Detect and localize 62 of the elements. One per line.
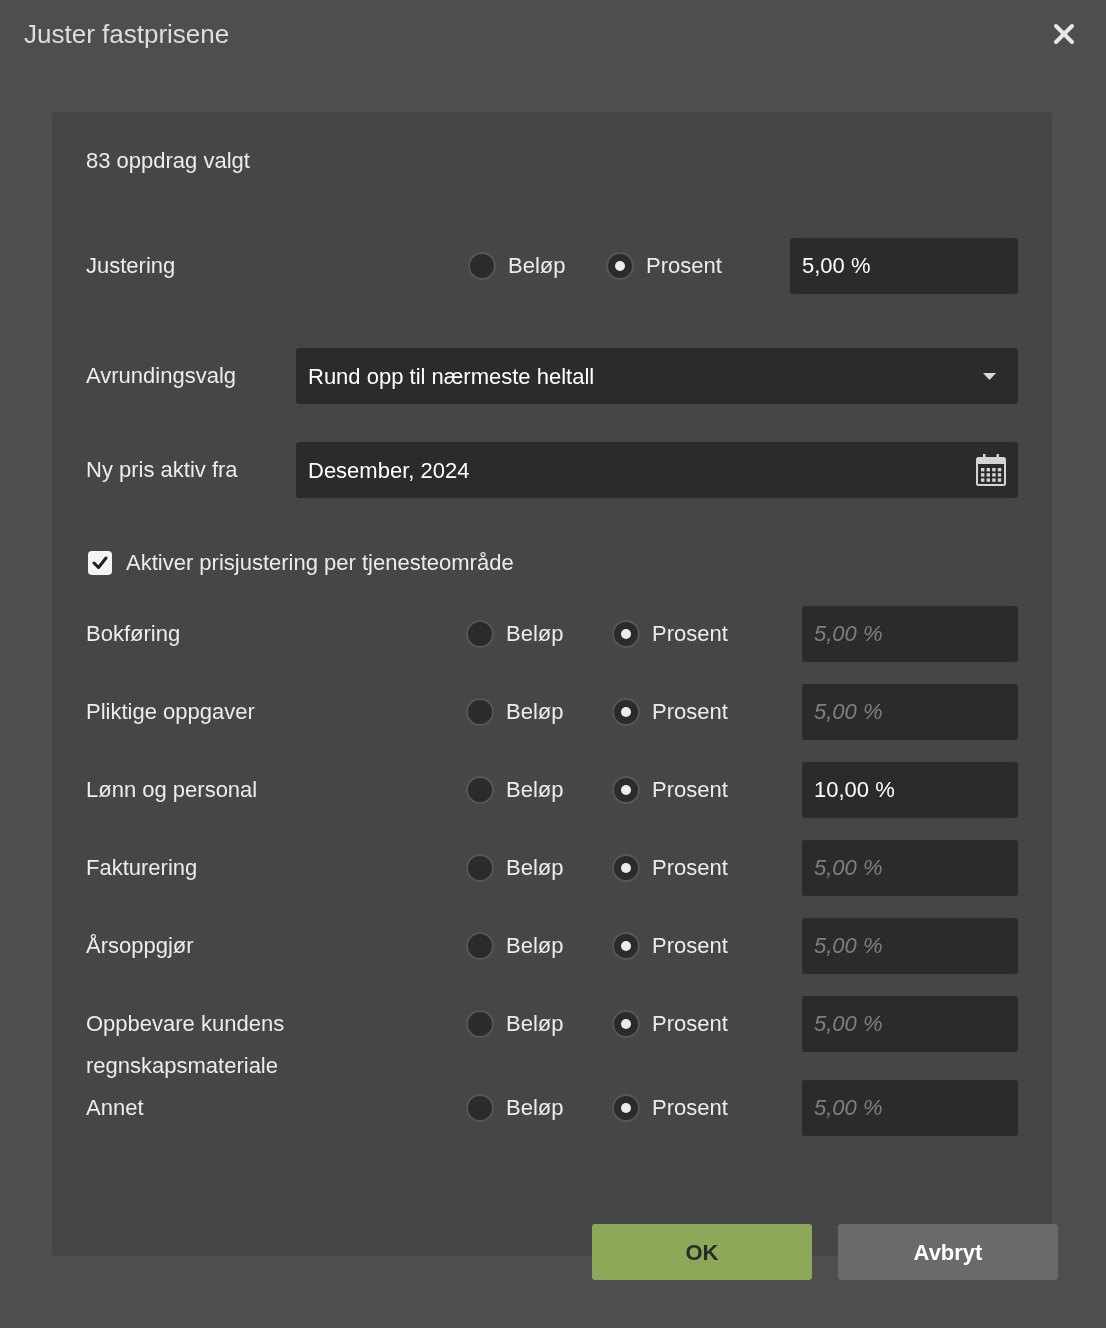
percent-input[interactable]: 5,00 % [790, 238, 1018, 294]
radio-label[interactable]: Prosent [652, 698, 728, 726]
radio-button[interactable] [466, 776, 494, 804]
radio-button[interactable] [466, 1094, 494, 1122]
radio-button[interactable] [612, 932, 640, 960]
field-label: Justering [86, 253, 176, 278]
radio-button[interactable] [612, 1010, 640, 1038]
checkbox-label[interactable]: Aktiver prisjustering per tjenesteområde [126, 549, 514, 577]
radio-label[interactable]: Beløp [508, 252, 566, 280]
radio-label[interactable]: Prosent [652, 932, 728, 960]
radio-button[interactable] [466, 932, 494, 960]
radio-label[interactable]: Prosent [652, 1094, 728, 1122]
radio-label[interactable]: Beløp [506, 1010, 564, 1038]
percent-input[interactable]: 5,00 % [802, 996, 1018, 1052]
area-label: Årsoppgjør [86, 932, 195, 960]
area-label: Annet [86, 1094, 145, 1122]
percent-input[interactable]: 5,00 % [802, 1080, 1018, 1136]
percent-input[interactable]: 5,00 % [802, 684, 1018, 740]
radio-button[interactable] [466, 1010, 494, 1038]
radio-button[interactable] [468, 252, 496, 280]
field-label: Ny pris aktiv fra [86, 457, 238, 482]
cancel-button[interactable]: Avbryt [838, 1224, 1058, 1280]
radio-button[interactable] [466, 854, 494, 882]
field-label: Avrundingsvalg [86, 363, 237, 388]
area-label: Bokføring [86, 620, 182, 648]
close-icon[interactable] [1053, 23, 1075, 45]
radio-button[interactable] [612, 620, 640, 648]
selection-summary: 83 oppdrag valgt [86, 147, 251, 175]
caret-icon [983, 372, 996, 380]
ok-button[interactable]: OK [592, 1224, 812, 1280]
checkmark-icon [92, 556, 108, 570]
percent-input[interactable]: 5,00 % [802, 606, 1018, 662]
radio-label[interactable]: Beløp [506, 1094, 564, 1122]
radio-button[interactable] [466, 698, 494, 726]
radio-label[interactable]: Beløp [506, 854, 564, 882]
checkbox[interactable] [88, 551, 112, 575]
radio-label[interactable]: Prosent [652, 854, 728, 882]
radio-button[interactable] [612, 854, 640, 882]
date-field[interactable]: Desember, 2024 [296, 442, 1018, 498]
area-label: Fakturering [86, 854, 199, 882]
area-label: Lønn og personal [86, 776, 259, 804]
percent-input[interactable]: 10,00 % [802, 762, 1018, 818]
percent-input[interactable]: 5,00 % [802, 840, 1018, 896]
radio-button[interactable] [612, 776, 640, 804]
radio-label[interactable]: Prosent [652, 776, 728, 804]
radio-button[interactable] [466, 620, 494, 648]
radio-label[interactable]: Prosent [652, 1010, 728, 1038]
radio-label[interactable]: Beløp [506, 620, 564, 648]
area-label: Oppbevare kundens regnskapsmateriale [86, 1010, 286, 1080]
radio-button[interactable] [606, 252, 634, 280]
radio-label[interactable]: Beløp [506, 776, 564, 804]
radio-label[interactable]: Beløp [506, 932, 564, 960]
percent-input[interactable]: 5,00 % [802, 918, 1018, 974]
radio-button[interactable] [612, 698, 640, 726]
calendar-icon[interactable] [976, 454, 1006, 486]
area-label: Pliktige oppgaver [86, 698, 256, 726]
rounding-select[interactable]: Rund opp til nærmeste heltall [296, 348, 1018, 404]
radio-label[interactable]: Prosent [646, 252, 722, 280]
dialog-title: Juster fastprisene [24, 18, 230, 51]
radio-label[interactable]: Beløp [506, 698, 564, 726]
radio-button[interactable] [612, 1094, 640, 1122]
radio-label[interactable]: Prosent [652, 620, 728, 648]
